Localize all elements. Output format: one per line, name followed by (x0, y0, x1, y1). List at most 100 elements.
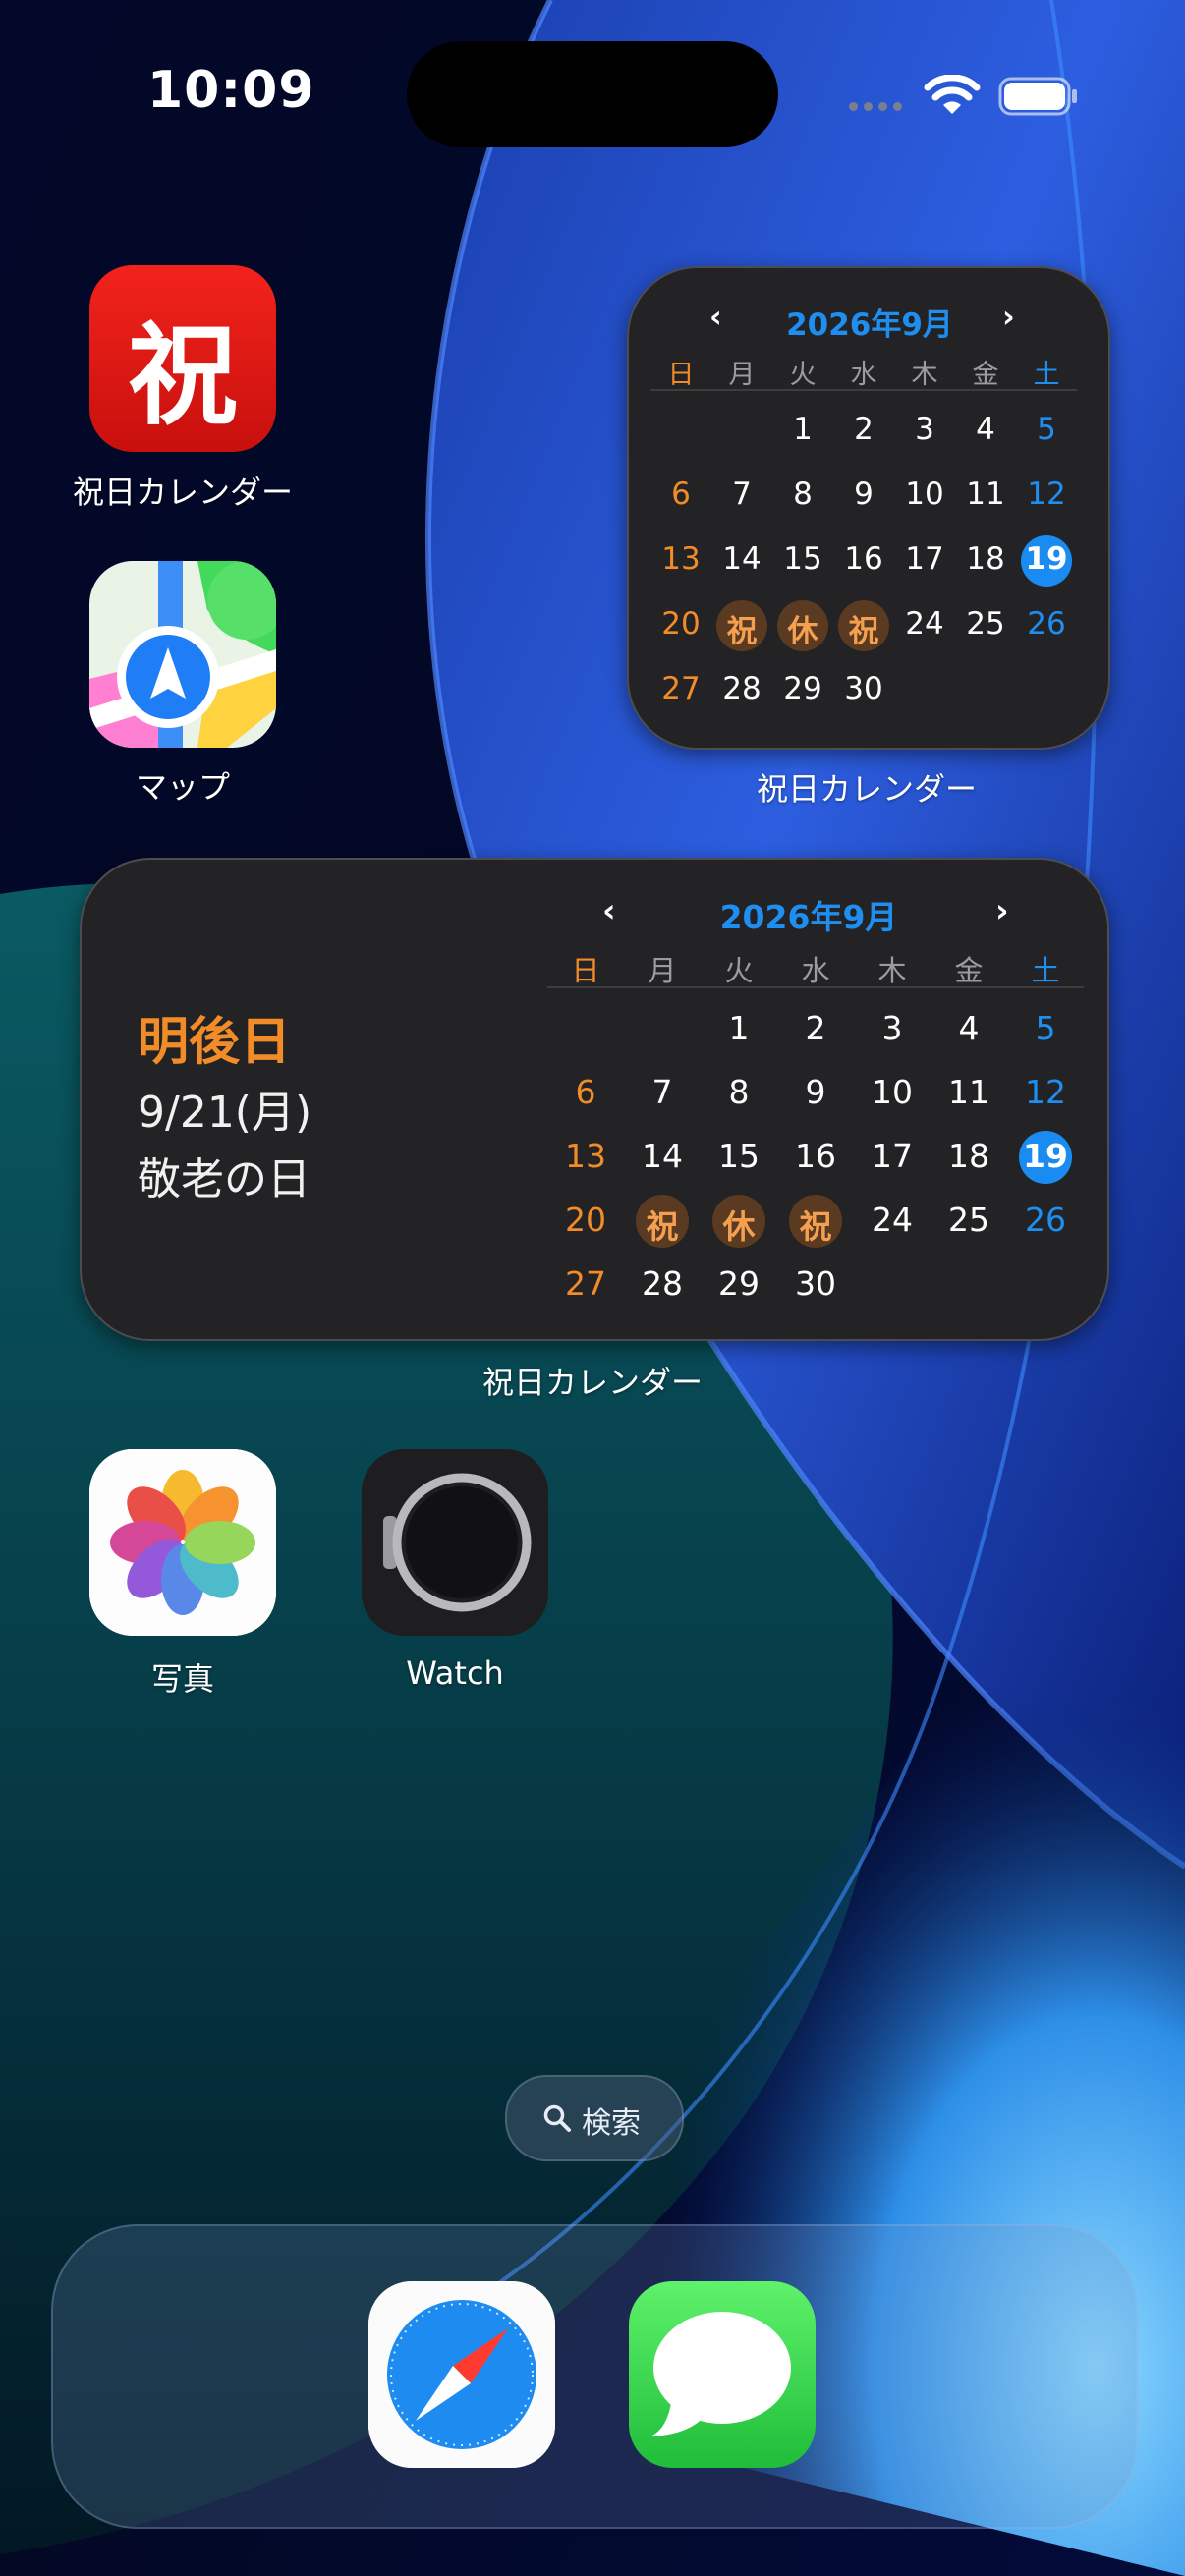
calendar-day[interactable]: 26 (1016, 606, 1077, 642)
calendar-day[interactable]: 5 (1016, 412, 1077, 447)
small-calendar-widget[interactable]: 2026年9月 ‹ › 日月火水木金土 1 2 3 4 5 6 7 8 9 10 11 12 13 14 15 16 1… (627, 266, 1110, 750)
calendar-day[interactable]: 28 (711, 671, 772, 706)
weekday-label: 月 (648, 954, 677, 987)
calendar-day[interactable]: 27 (547, 1264, 624, 1303)
status-time: 10:09 (147, 61, 315, 120)
calendar-day[interactable]: 11 (931, 1073, 1007, 1111)
photos-app-icon[interactable] (89, 1449, 276, 1636)
calendar-day[interactable]: 12 (1007, 1073, 1084, 1111)
calendar-day[interactable]: 9 (833, 476, 894, 512)
calendar-holiday-cell[interactable]: 祝 (833, 606, 894, 650)
search-icon (543, 2104, 571, 2132)
calendar-day[interactable]: 30 (777, 1264, 854, 1303)
calendar-holiday-cell[interactable]: 休 (701, 1201, 777, 1248)
calendar-day[interactable]: 1 (701, 1009, 777, 1047)
calendar-holiday-cell[interactable]: 祝 (711, 606, 772, 650)
calendar-day[interactable]: 25 (955, 606, 1016, 642)
calendar-day[interactable]: 25 (931, 1201, 1007, 1239)
search-label: 検索 (582, 2106, 641, 2141)
calendar-day[interactable]: 12 (1016, 476, 1077, 512)
calendar-day[interactable]: 2 (777, 1009, 854, 1047)
calendar-day[interactable]: 14 (711, 541, 772, 577)
calendar-day[interactable]: 4 (955, 412, 1016, 447)
watch-app-icon[interactable] (362, 1449, 548, 1636)
weekday-label: 金 (954, 954, 984, 987)
calendar-holiday-cell[interactable]: 祝 (777, 1201, 854, 1248)
calendar-day[interactable]: 9 (777, 1073, 854, 1111)
next-holiday-title: 明後日 (138, 1013, 292, 1072)
calendar-day[interactable]: 19 (1016, 541, 1077, 577)
calendar-month-title: 2026年9月 (719, 898, 898, 936)
maps-app-label: マップ (135, 768, 230, 806)
calendar-day[interactable]: 29 (701, 1264, 777, 1303)
calendar-day[interactable]: 27 (650, 671, 711, 706)
calendar-day[interactable]: 7 (624, 1073, 701, 1111)
calendar-day[interactable]: 10 (854, 1073, 931, 1111)
weekday-label: 水 (850, 360, 877, 390)
calendar-day[interactable]: 20 (650, 606, 711, 642)
chevron-left-icon[interactable]: ‹ (709, 300, 722, 335)
calendar-day[interactable]: 13 (650, 541, 711, 577)
weekday-label: 火 (789, 360, 817, 390)
calendar-day[interactable]: 15 (772, 541, 833, 577)
calendar-day[interactable]: 20 (547, 1201, 624, 1239)
calendar-day[interactable]: 10 (894, 476, 955, 512)
calendar-day[interactable]: 4 (931, 1009, 1007, 1047)
calendar-day[interactable]: 30 (833, 671, 894, 706)
calendar-day[interactable]: 16 (833, 541, 894, 577)
calendar-day[interactable]: 18 (955, 541, 1016, 577)
calendar-day[interactable]: 19 (1007, 1137, 1084, 1175)
photos-app-label: 写真 (150, 1660, 214, 1698)
calendar-day[interactable]: 18 (931, 1137, 1007, 1175)
calendar-day[interactable]: 1 (772, 412, 833, 447)
next-holiday-date: 9/21(月) (138, 1088, 312, 1138)
spotlight-search-button[interactable]: 検索 (505, 2075, 684, 2161)
calendar-day[interactable]: 24 (854, 1201, 931, 1239)
calendar-day[interactable]: 17 (894, 541, 955, 577)
messages-app-icon[interactable] (629, 2281, 816, 2468)
calendar-day[interactable]: 11 (955, 476, 1016, 512)
holiday-calendar-app-icon[interactable]: 祝 (89, 265, 276, 452)
safari-app-icon[interactable] (368, 2281, 555, 2468)
weekday-label: 日 (667, 360, 695, 390)
weekday-label: 月 (728, 360, 756, 390)
battery-icon (998, 77, 1077, 116)
calendar-day[interactable]: 26 (1007, 1201, 1084, 1239)
calendar-day[interactable]: 8 (701, 1073, 777, 1111)
calendar-holiday-cell[interactable]: 休 (772, 606, 833, 650)
maps-app-icon[interactable] (89, 561, 276, 748)
calendar-day[interactable]: 6 (650, 476, 711, 512)
calendar-day[interactable]: 3 (854, 1009, 931, 1047)
holiday-calendar-app-label: 祝日カレンダー (72, 474, 293, 511)
calendar-day[interactable]: 29 (772, 671, 833, 706)
calendar-day[interactable]: 24 (894, 606, 955, 642)
chevron-left-icon[interactable]: ‹ (602, 891, 616, 929)
weekday-divider (547, 986, 1084, 988)
calendar-day[interactable]: 16 (777, 1137, 854, 1175)
calendar-day[interactable]: 17 (854, 1137, 931, 1175)
calendar-day[interactable]: 2 (833, 412, 894, 447)
calendar-day[interactable]: 6 (547, 1073, 624, 1111)
dock (51, 2224, 1138, 2529)
calendar-day[interactable]: 14 (624, 1137, 701, 1175)
calendar-day[interactable]: 3 (894, 412, 955, 447)
calendar-day[interactable]: 8 (772, 476, 833, 512)
calendar-day[interactable]: 15 (701, 1137, 777, 1175)
weekday-label: 土 (1033, 360, 1060, 390)
calendar-month-title: 2026年9月 (786, 308, 953, 343)
calendar-day[interactable]: 7 (711, 476, 772, 512)
cellular-signal-icon (849, 102, 908, 116)
weekday-label: 木 (877, 954, 907, 987)
holiday-glyph: 祝 (128, 312, 238, 440)
chevron-right-icon[interactable]: › (1002, 300, 1015, 335)
calendar-day[interactable]: 5 (1007, 1009, 1084, 1047)
calendar-day[interactable]: 13 (547, 1137, 624, 1175)
weekday-label: 日 (571, 954, 600, 987)
small-calendar-widget-label: 祝日カレンダー (756, 770, 977, 808)
calendar-day[interactable]: 28 (624, 1264, 701, 1303)
calendar-holiday-cell[interactable]: 祝 (624, 1201, 701, 1248)
weekday-label: 木 (911, 360, 938, 390)
weekday-label: 水 (801, 954, 830, 987)
wifi-icon (924, 75, 981, 114)
chevron-right-icon[interactable]: › (995, 891, 1009, 929)
